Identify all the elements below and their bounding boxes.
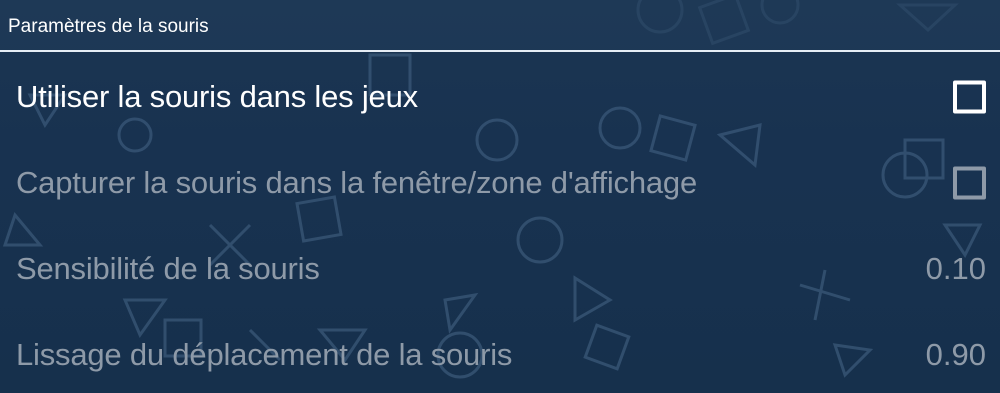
capture-mouse-checkbox: [953, 166, 986, 200]
settings-header: Paramètres de la souris: [0, 0, 1000, 52]
setting-capture-mouse: Capturer la souris dans la fenêtre/zone …: [0, 140, 1000, 226]
setting-label: Utiliser la souris dans les jeux: [16, 79, 418, 114]
setting-label: Sensibilité de la souris: [16, 251, 320, 286]
use-mouse-checkbox[interactable]: [953, 80, 986, 114]
mouse-sensitivity-value: 0.10: [925, 251, 986, 286]
setting-use-mouse-in-games[interactable]: Utiliser la souris dans les jeux: [0, 54, 1000, 140]
mouse-smoothing-value: 0.90: [925, 337, 986, 372]
setting-mouse-smoothing: Lissage du déplacement de la souris 0.90: [0, 312, 1000, 393]
setting-label: Lissage du déplacement de la souris: [16, 337, 513, 372]
settings-list: Utiliser la souris dans les jeux Capture…: [0, 54, 1000, 393]
setting-label: Capturer la souris dans la fenêtre/zone …: [16, 165, 698, 200]
setting-mouse-sensitivity: Sensibilité de la souris 0.10: [0, 226, 1000, 312]
page-title: Paramètres de la souris: [8, 16, 209, 37]
